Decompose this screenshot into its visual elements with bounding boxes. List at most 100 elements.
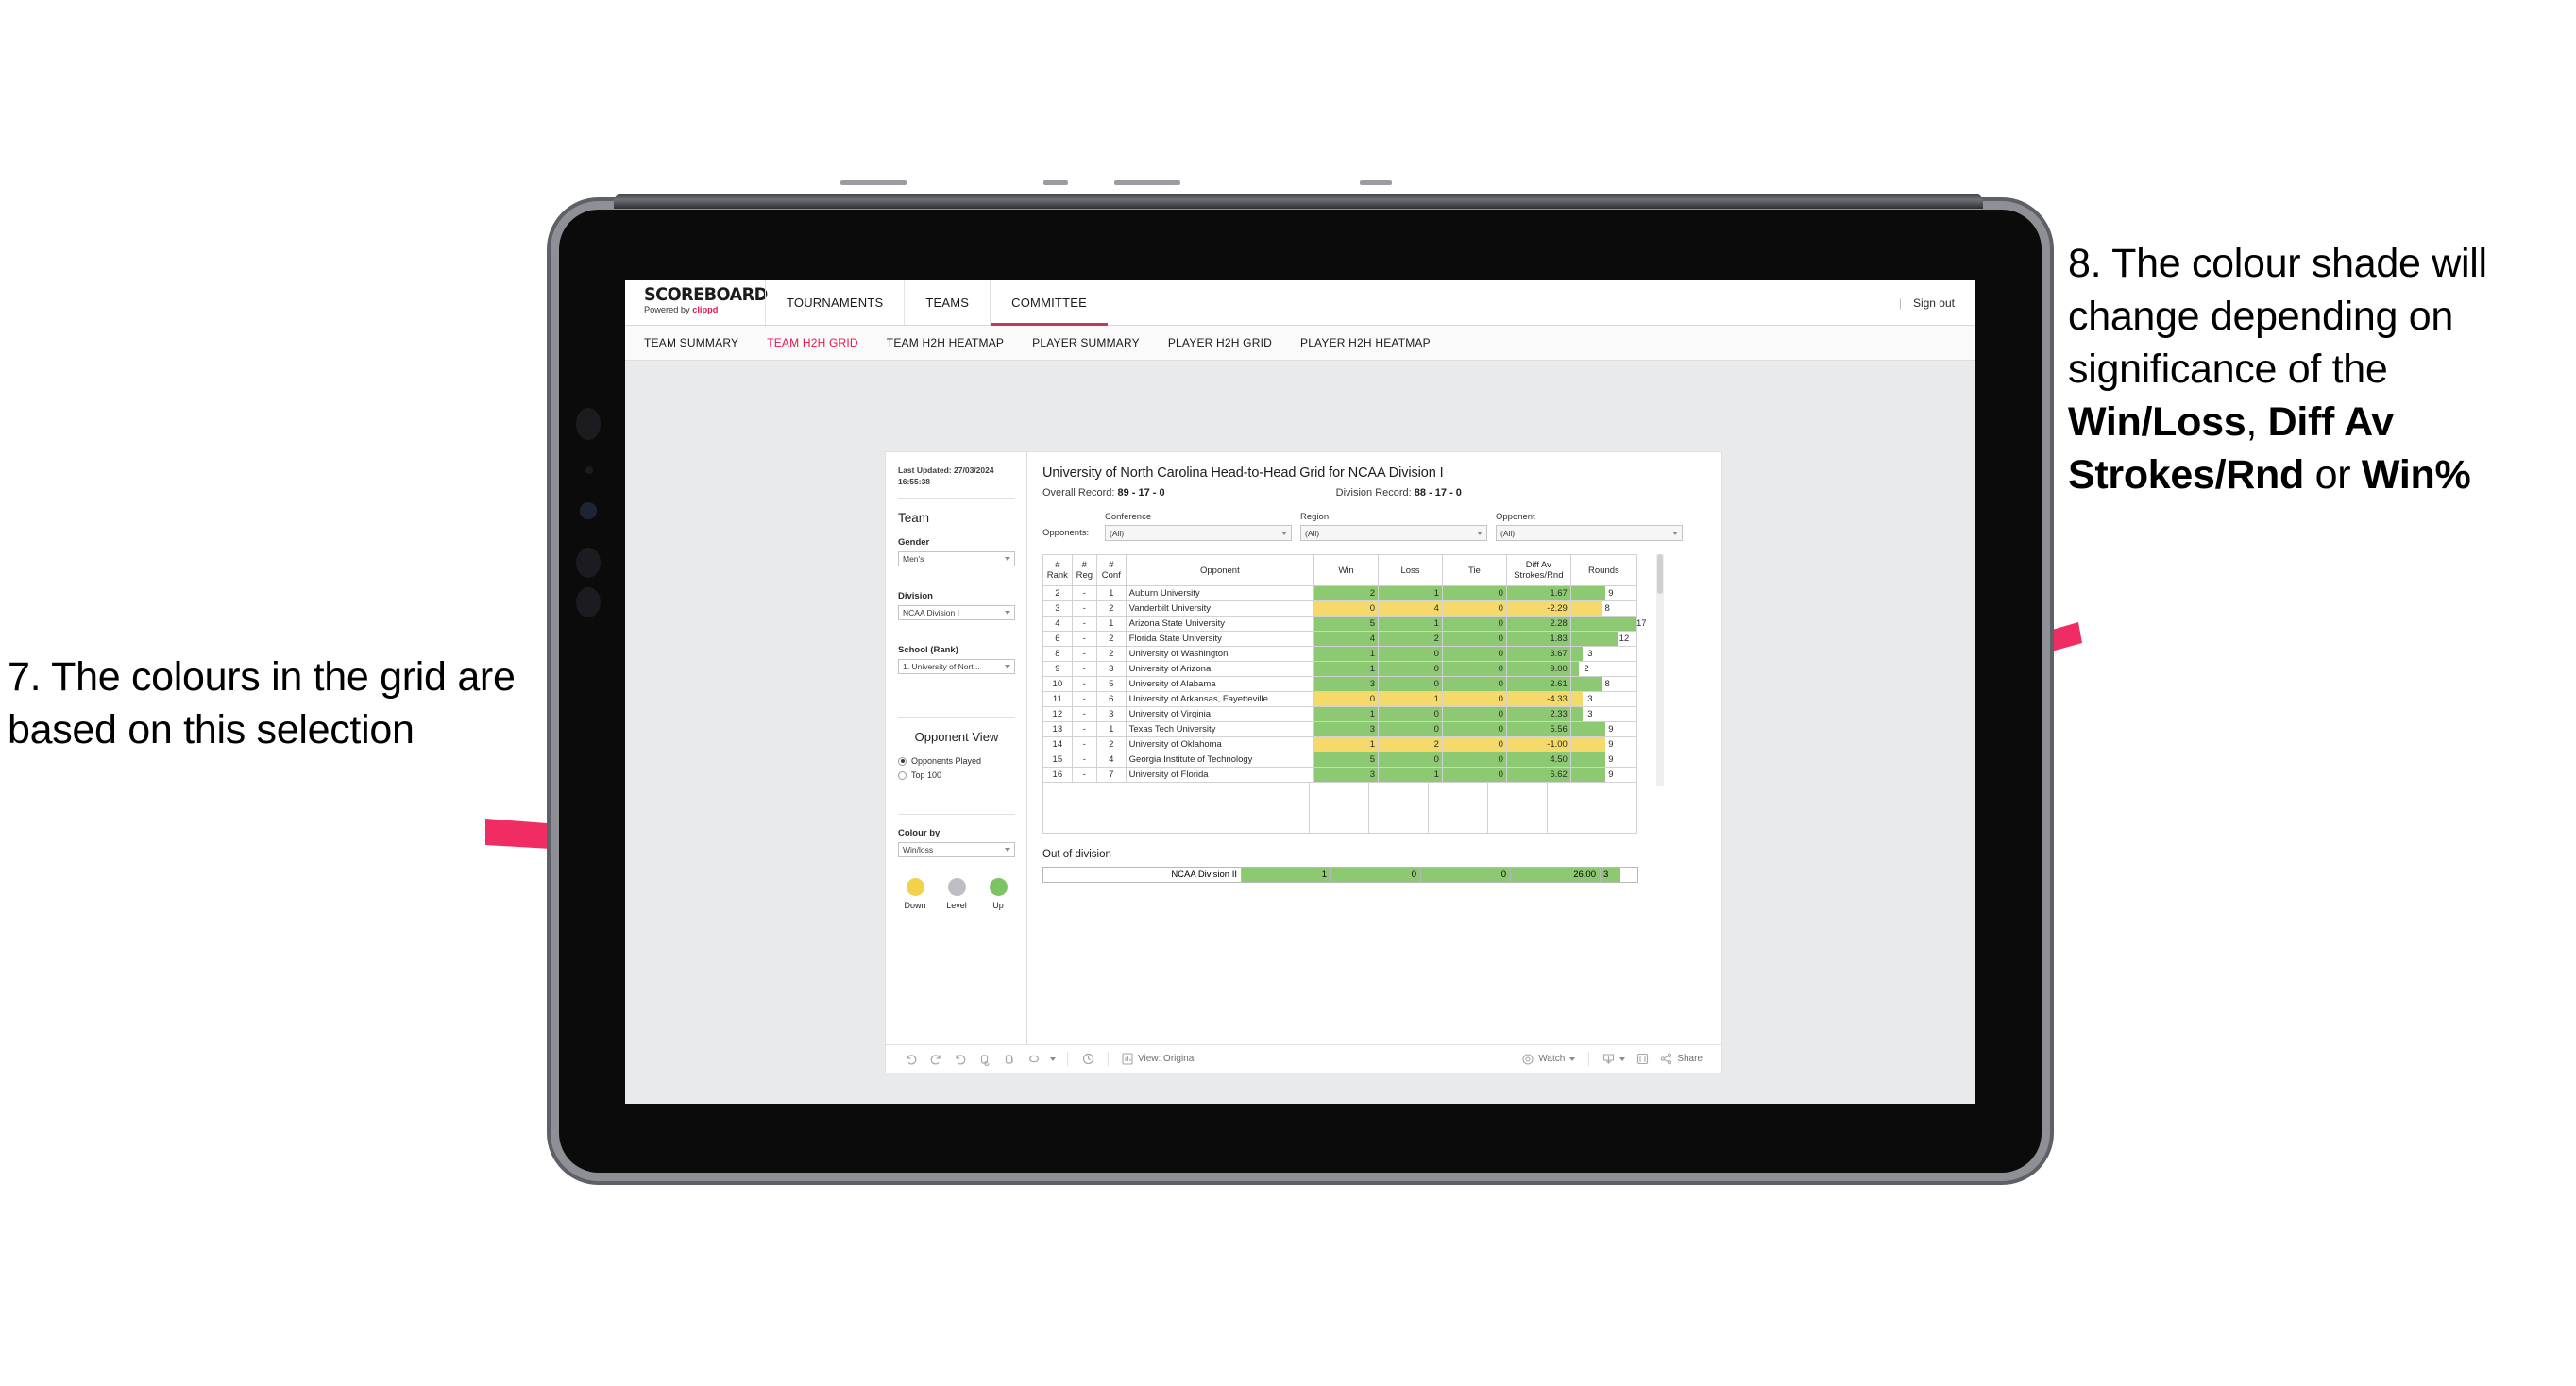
grid-body: 2-1 Auburn University 2 1 0 1.67 9 3-2 Vanderbil… [1042, 585, 1647, 783]
rounds-value: 12 [1618, 634, 1630, 644]
colour-by-select[interactable]: Win/loss [898, 842, 1015, 857]
redo-icon[interactable] [924, 1053, 948, 1066]
nav-tournaments[interactable]: TOURNAMENTS [765, 280, 904, 325]
chevron-down-icon [1005, 848, 1010, 852]
tablet-speaker-lower-icon [576, 548, 601, 578]
cell-win: 5 [1313, 752, 1380, 768]
grid-scrollbar-thumb[interactable] [1657, 554, 1663, 594]
col-tie: Tie [1441, 554, 1507, 586]
table-row[interactable]: 10-5 University of Alabama 3 0 0 2.61 8 [1042, 676, 1638, 692]
opponent-select[interactable]: (All) [1496, 525, 1683, 541]
legend-dot-up [989, 878, 1008, 896]
annotation-8-bold1: Win/Loss [2068, 398, 2246, 445]
fullscreen-button[interactable] [1631, 1053, 1654, 1065]
table-row[interactable]: 15-4 Georgia Institute of Technology 5 0 0 4.… [1042, 752, 1638, 768]
cell-win: 3 [1313, 721, 1380, 737]
ood-win: 1 [1241, 867, 1331, 883]
table-row[interactable]: 4-1 Arizona State University 5 1 0 2.28 17 [1042, 616, 1647, 632]
table-row[interactable]: 2-1 Auburn University 2 1 0 1.67 9 [1042, 585, 1638, 601]
subnav-player-h2h-heatmap[interactable]: PLAYER H2H HEATMAP [1300, 336, 1446, 349]
share-button[interactable]: Share [1654, 1053, 1708, 1065]
rounds-bar [1570, 722, 1606, 736]
rounds-bar [1570, 632, 1618, 646]
subnav-player-h2h-grid[interactable]: PLAYER H2H GRID [1168, 336, 1287, 349]
rounds-bar [1570, 662, 1580, 676]
table-row[interactable]: 11-6 University of Arkansas, Fayetteville… [1042, 691, 1638, 707]
undo-icon[interactable] [899, 1053, 924, 1066]
table-row[interactable]: 9-3 University of Arizona 1 0 0 9.00 2 [1042, 661, 1638, 677]
tail-seg-4 [1429, 783, 1488, 833]
grid-head: # Rank # Reg # Conf Opponent Win Loss Tie D… [1042, 554, 1638, 586]
nav-committee[interactable]: COMMITTEE [990, 280, 1108, 326]
cell-tie: 0 [1441, 616, 1507, 632]
cell-rank: 10 [1042, 676, 1073, 692]
table-row[interactable]: 13-1 Texas Tech University 3 0 0 5.56 9 [1042, 721, 1638, 737]
view-original-button[interactable]: View: Original [1116, 1053, 1202, 1065]
table-row[interactable]: 8-2 University of Washington 1 0 0 3.67 3 [1042, 646, 1638, 662]
radio-top-100[interactable]: Top 100 [898, 770, 1015, 780]
cell-win: 5 [1313, 616, 1380, 632]
nav-teams[interactable]: TEAMS [904, 280, 990, 325]
table-row[interactable]: 14-2 University of Oklahoma 1 2 0 -1.00 9 [1042, 736, 1638, 752]
pause-icon[interactable] [997, 1053, 1022, 1066]
table-row[interactable]: 16-7 University of Florida 3 1 0 6.62 9 [1042, 767, 1638, 783]
cell-tie: 0 [1441, 600, 1507, 617]
revert-icon[interactable] [948, 1053, 973, 1066]
cell-win: 0 [1313, 691, 1380, 707]
conference-filter: Conference (All) [1105, 512, 1292, 541]
refresh-icon[interactable] [973, 1053, 997, 1066]
tablet-button-4 [1360, 180, 1392, 185]
tail-seg-1 [1043, 783, 1310, 833]
cell-diff: 2.33 [1505, 706, 1571, 722]
cell-diff: 9.00 [1505, 661, 1571, 677]
watch-button[interactable]: Watch [1517, 1053, 1581, 1065]
grid-scrollbar[interactable] [1656, 554, 1664, 786]
subnav-player-summary[interactable]: PLAYER SUMMARY [1032, 336, 1155, 349]
subnav-team-h2h-heatmap[interactable]: TEAM H2H HEATMAP [887, 336, 1019, 349]
cell-tie: 0 [1441, 585, 1507, 601]
subnav-team-summary[interactable]: TEAM SUMMARY [644, 336, 754, 349]
table-row[interactable]: 12-3 University of Virginia 1 0 0 2.33 3 [1042, 706, 1638, 722]
cell-opponent: University of Oklahoma [1125, 736, 1315, 752]
view-icon [1122, 1053, 1133, 1065]
chevron-down-icon [1005, 665, 1010, 668]
logo-brand: clippd [692, 305, 719, 315]
chevron-down-icon [1281, 531, 1287, 535]
cell-tie: 0 [1441, 752, 1507, 768]
cell-tie: 0 [1441, 691, 1507, 707]
cell-loss: 4 [1378, 600, 1443, 617]
panel-divider-2 [898, 717, 1015, 718]
alerts-icon[interactable] [1076, 1052, 1100, 1066]
radio-opponents-played[interactable]: Opponents Played [898, 756, 1015, 766]
rounds-bar [1570, 617, 1636, 631]
rounds-bar [1570, 707, 1584, 721]
cell-opponent: Auburn University [1125, 585, 1315, 601]
rounds-bar [1570, 768, 1606, 782]
ood-loss: 0 [1330, 867, 1421, 883]
lasso-icon[interactable] [1022, 1053, 1046, 1066]
share-icon [1660, 1053, 1672, 1065]
gender-select[interactable]: Men's [898, 551, 1015, 566]
cell-opponent: Florida State University [1125, 631, 1315, 647]
sign-out-link[interactable]: Sign out [1913, 296, 1955, 310]
subnav-team-h2h-grid[interactable]: TEAM H2H GRID [767, 336, 873, 349]
cell-loss: 2 [1378, 736, 1443, 752]
dashboard-canvas: Last Updated: 27/03/2024 16:55:38 Team G… [625, 361, 1975, 1104]
radio-opponents-played-label: Opponents Played [911, 756, 982, 766]
division-select[interactable]: NCAA Division I [898, 605, 1015, 620]
division-record-label: Division Record: [1335, 487, 1412, 499]
school-select[interactable]: 1. University of Nort... [898, 659, 1015, 674]
download-button[interactable] [1597, 1053, 1631, 1065]
table-row[interactable]: 6-2 Florida State University 4 2 0 1.83 12 [1042, 631, 1638, 647]
conference-caption: Conference [1105, 512, 1152, 522]
table-row[interactable]: 3-2 Vanderbilt University 0 4 0 -2.29 8 [1042, 600, 1638, 617]
lasso-dropdown-icon[interactable] [1046, 1056, 1059, 1061]
legend-level: Level [942, 878, 971, 910]
region-select[interactable]: (All) [1300, 525, 1487, 541]
app-logo[interactable]: SCOREBOARD Powered by clippd [625, 280, 768, 325]
rounds-value: 3 [1587, 709, 1593, 719]
cell-rounds: 2 [1569, 661, 1638, 677]
conference-select[interactable]: (All) [1105, 525, 1292, 541]
